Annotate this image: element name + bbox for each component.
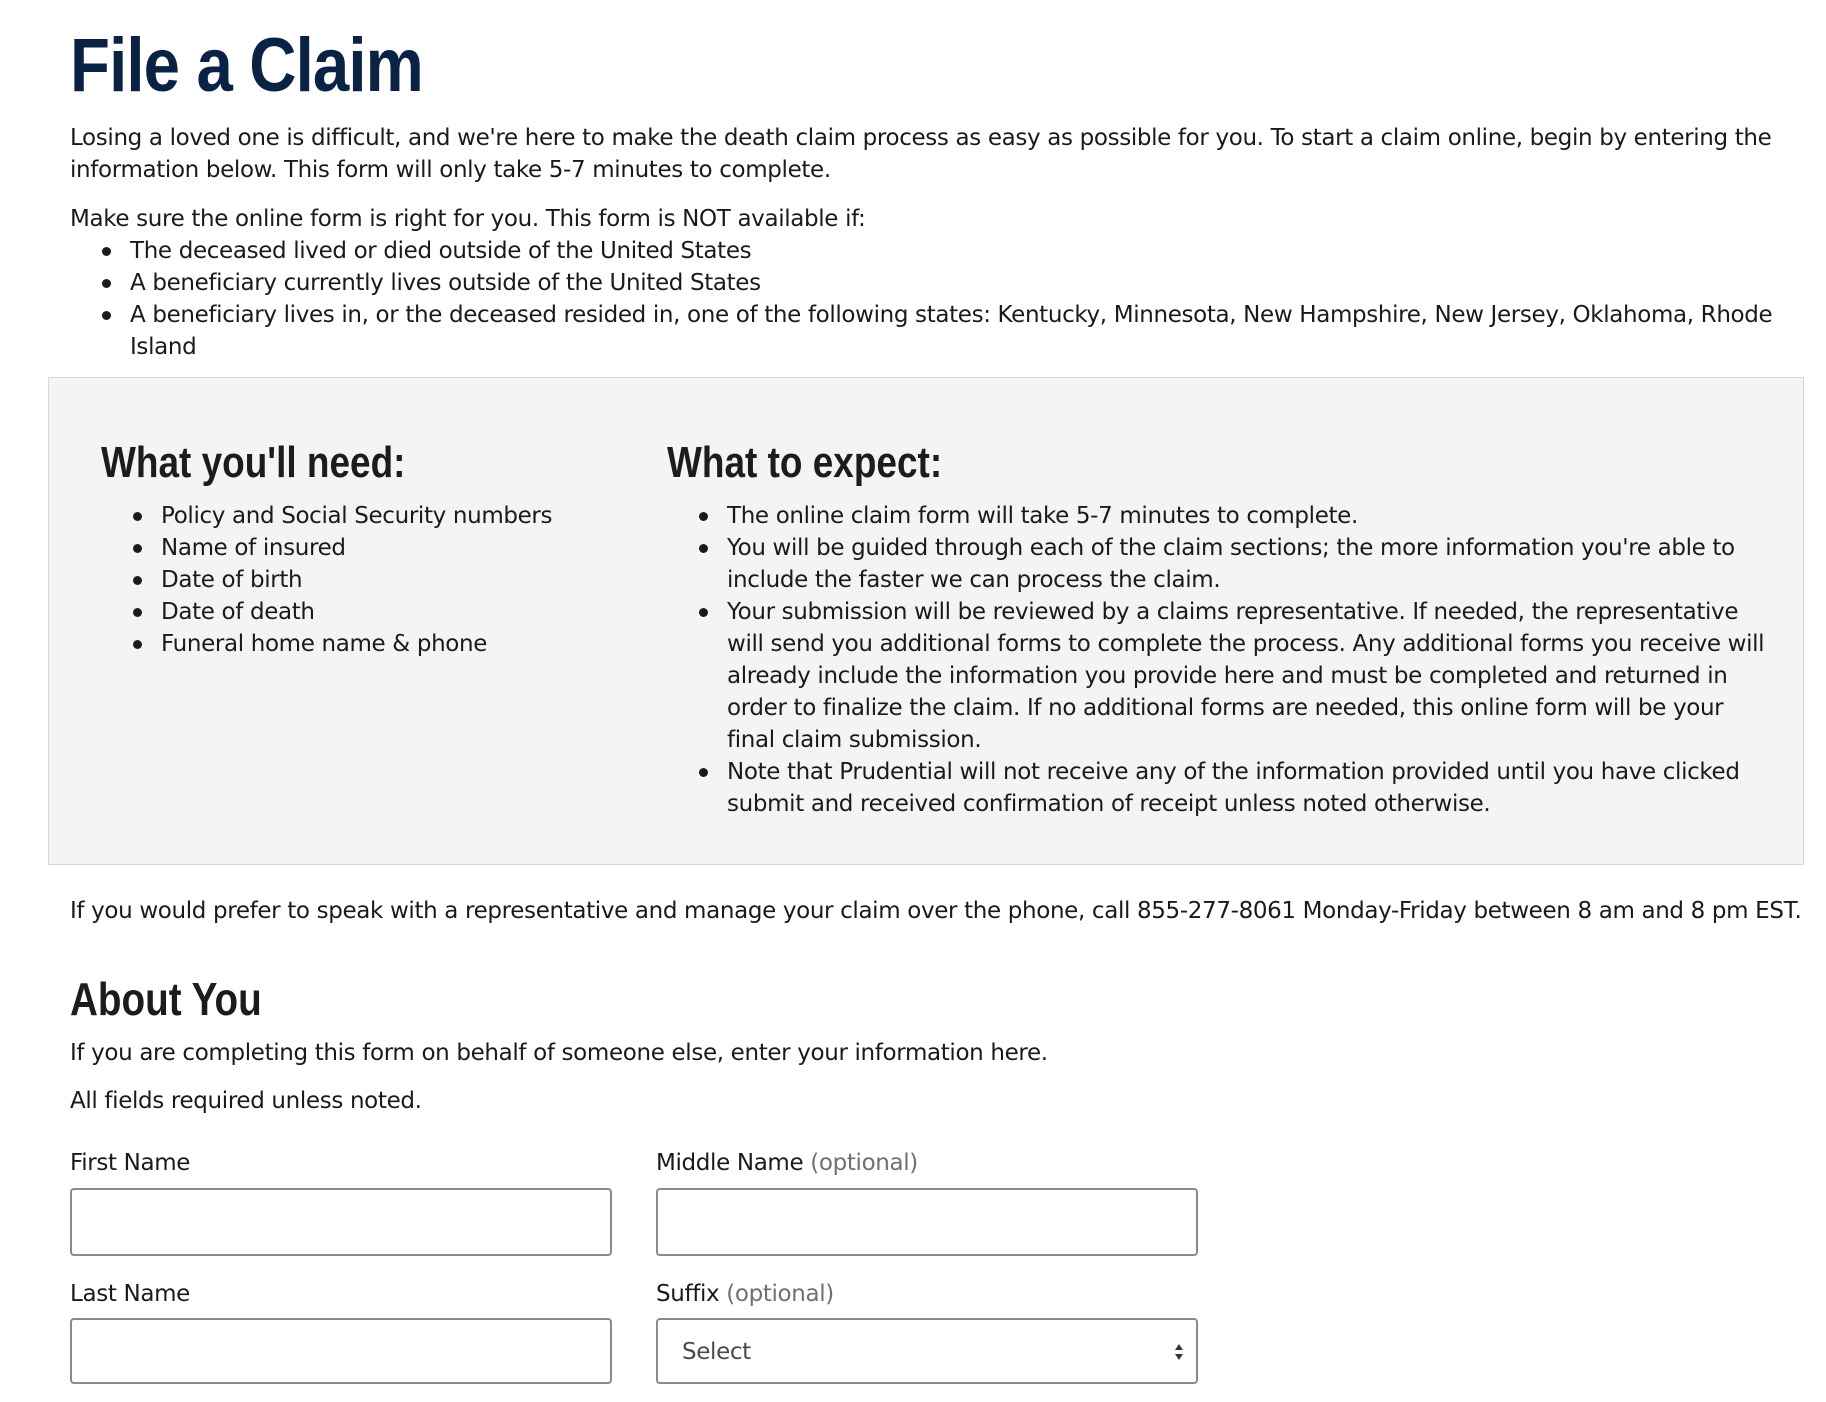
page-title: File a Claim bbox=[70, 23, 424, 108]
phone-note: If you would prefer to speak with a repr… bbox=[70, 898, 1802, 924]
list-item: You will be guided through each of the c… bbox=[667, 532, 1767, 596]
list-item: Name of insured bbox=[101, 532, 621, 564]
list-item: A beneficiary currently lives outside of… bbox=[70, 267, 1810, 299]
first-name-label-text: First Name bbox=[70, 1150, 191, 1176]
required-note: All fields required unless noted. bbox=[70, 1088, 422, 1114]
suffix-select[interactable]: Select bbox=[656, 1318, 1198, 1384]
last-name-label: Last Name bbox=[70, 1278, 190, 1310]
list-item: The online claim form will take 5-7 minu… bbox=[667, 500, 1767, 532]
list-item: Date of death bbox=[101, 596, 621, 628]
list-item: A beneficiary lives in, or the deceased … bbox=[70, 299, 1810, 363]
up-down-arrows-icon bbox=[1175, 1344, 1183, 1360]
last-name-input[interactable] bbox=[70, 1318, 612, 1384]
list-item: The deceased lived or died outside of th… bbox=[70, 235, 1810, 267]
availability-lead: Make sure the online form is right for y… bbox=[70, 206, 866, 232]
about-heading: About You bbox=[70, 973, 262, 1025]
list-item: Funeral home name & phone bbox=[101, 628, 621, 660]
about-description: If you are completing this form on behal… bbox=[70, 1040, 1048, 1066]
intro-text: Losing a loved one is difficult, and we'… bbox=[70, 125, 1772, 183]
availability-list: The deceased lived or died outside of th… bbox=[70, 235, 1810, 363]
middle-name-input[interactable] bbox=[656, 1188, 1198, 1256]
claim-page: File a Claim Losing a loved one is diffi… bbox=[0, 0, 1826, 1402]
suffix-selected-value: Select bbox=[682, 1339, 751, 1365]
need-list: Policy and Social Security numbers Name … bbox=[101, 500, 621, 660]
middle-name-label: Middle Name (optional) bbox=[656, 1147, 918, 1179]
list-item: Date of birth bbox=[101, 564, 621, 596]
need-heading: What you'll need: bbox=[101, 438, 406, 487]
last-name-label-text: Last Name bbox=[70, 1281, 190, 1307]
first-name-label: First Name bbox=[70, 1147, 190, 1179]
suffix-label-text: Suffix bbox=[656, 1281, 720, 1307]
middle-name-label-text: Middle Name bbox=[656, 1150, 804, 1176]
optional-tag: (optional) bbox=[726, 1281, 834, 1307]
first-name-input[interactable] bbox=[70, 1188, 612, 1256]
list-item: Your submission will be reviewed by a cl… bbox=[667, 596, 1767, 756]
expect-heading: What to expect: bbox=[667, 438, 943, 487]
list-item: Policy and Social Security numbers bbox=[101, 500, 621, 532]
expect-list: The online claim form will take 5-7 minu… bbox=[667, 500, 1767, 820]
suffix-label: Suffix (optional) bbox=[656, 1278, 834, 1310]
info-box: What you'll need: Policy and Social Secu… bbox=[48, 377, 1804, 865]
list-item: Note that Prudential will not receive an… bbox=[667, 756, 1767, 820]
optional-tag: (optional) bbox=[810, 1150, 918, 1176]
